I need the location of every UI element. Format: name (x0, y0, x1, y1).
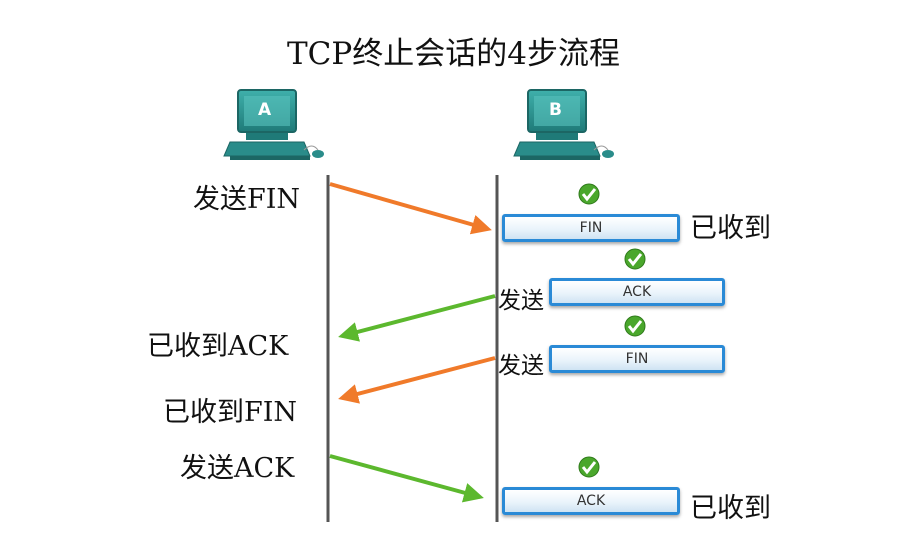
label-b-send-fin: 发送 (498, 353, 544, 379)
diagram-canvas: TCP终止会话的4步流程 A B 发送FIN 已收到ACK 已收到FIN 发送A… (0, 0, 907, 560)
segment-fin-2: FIN (549, 345, 725, 373)
label-received-fin: 已收到FIN (163, 397, 298, 428)
host-b-label: B (549, 100, 562, 120)
label-send-fin: 发送FIN (193, 184, 301, 215)
arrow-ack-2 (329, 454, 484, 503)
label-received-ack: 已收到ACK (147, 331, 289, 362)
check-icon (624, 248, 646, 270)
segment-ack-1: ACK (549, 278, 725, 306)
label-b-received-fin: 已收到 (690, 213, 771, 244)
arrow-ack-1 (338, 294, 496, 342)
arrow-fin-1 (329, 182, 492, 235)
label-b-send-ack: 发送 (498, 288, 544, 314)
check-icon (578, 183, 600, 205)
host-a-label: A (258, 100, 272, 120)
label-b-received-ack: 已收到 (690, 493, 771, 524)
check-icon (578, 456, 600, 478)
segment-ack-2: ACK (502, 487, 680, 515)
computer-b-icon (513, 89, 614, 160)
label-send-ack: 发送ACK (180, 453, 295, 484)
check-icon (624, 315, 646, 337)
computer-a-icon (223, 89, 324, 160)
diagram-graphics (223, 89, 646, 522)
segment-fin-1: FIN (502, 214, 680, 242)
arrow-fin-2 (338, 356, 496, 404)
